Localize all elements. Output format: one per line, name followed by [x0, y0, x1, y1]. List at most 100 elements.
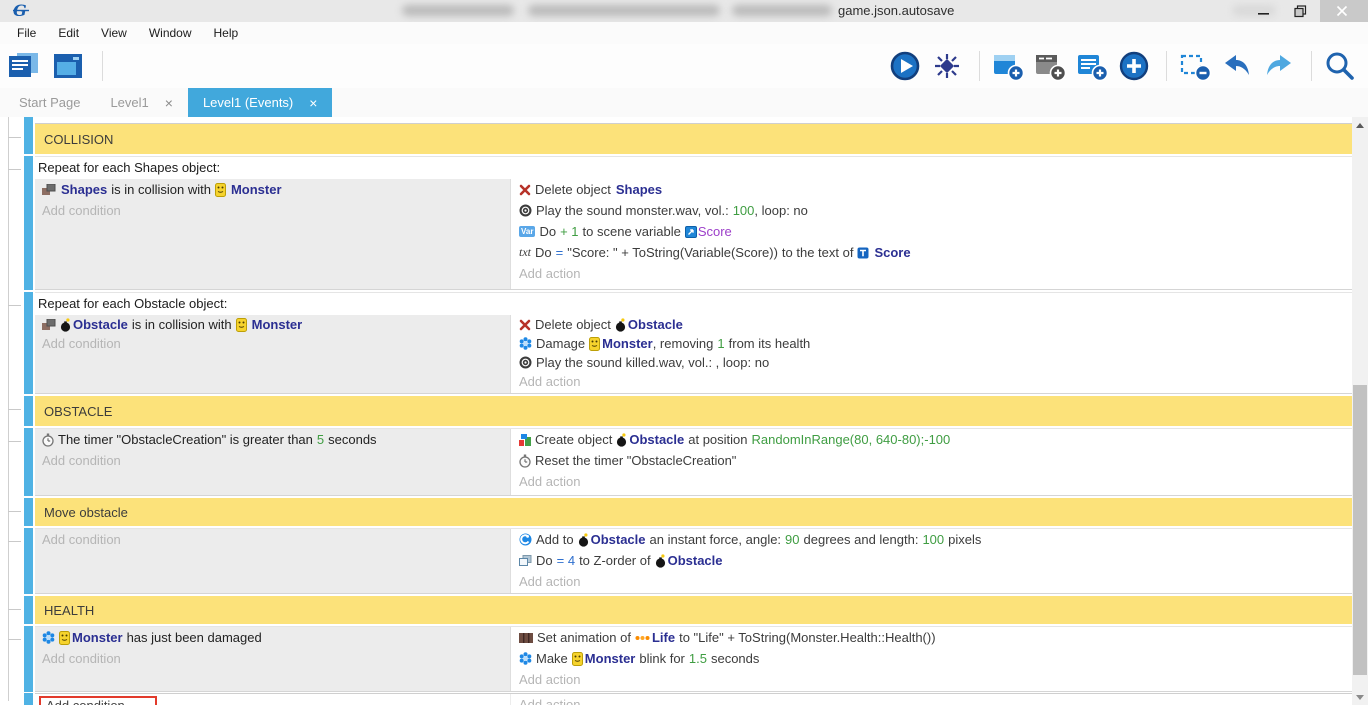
add-subevent-button[interactable] — [1076, 48, 1112, 84]
condition-row[interactable]: The timer "ObstacleCreation" is greater … — [35, 429, 510, 450]
actions-panel[interactable]: Delete object Shapes Play the sound mons… — [511, 179, 1352, 289]
event-monster-damaged[interactable]: Monster has just been damaged Add condit… — [24, 626, 1352, 692]
event-move-obstacle[interactable]: Add condition Add to Obstacle an instant… — [24, 528, 1352, 594]
tab-close-icon[interactable]: × — [165, 95, 173, 111]
event-selection-bar[interactable] — [24, 156, 33, 290]
event-selection-bar[interactable] — [24, 498, 33, 526]
debug-button[interactable] — [931, 48, 967, 84]
action-row[interactable]: Delete object Obstacle — [511, 315, 1352, 334]
add-action-button[interactable]: Add action — [511, 571, 1352, 592]
event-shapes-collision[interactable]: Repeat for each Shapes object: Shapes is… — [24, 156, 1352, 290]
scrollbar-thumb[interactable] — [1353, 385, 1367, 675]
event-selection-bar[interactable] — [24, 693, 33, 705]
event-selection-bar[interactable] — [24, 596, 33, 624]
add-action-button[interactable]: Add action — [511, 263, 1352, 284]
conditions-panel[interactable]: Monster has just been damaged Add condit… — [35, 627, 511, 691]
tab-level1-events[interactable]: Level1 (Events) × — [188, 88, 333, 117]
event-selection-bar[interactable] — [24, 396, 33, 426]
undo-icon — [1221, 52, 1253, 80]
action-row[interactable]: Add to Obstacle an instant force, angle:… — [511, 529, 1352, 550]
add-action-button[interactable]: Add action — [511, 669, 1352, 690]
action-row[interactable]: Play the sound monster.wav, vol.: 100 , … — [511, 200, 1352, 221]
condition-row[interactable]: Monster has just been damaged — [35, 627, 510, 648]
add-condition-button[interactable]: Add condition — [46, 698, 125, 705]
tab-level1[interactable]: Level1 × — [95, 88, 188, 117]
close-button[interactable] — [1320, 0, 1368, 22]
conditions-panel[interactable]: Add condition — [35, 529, 511, 593]
action-row[interactable]: Set animation of Life to "Life" + ToStri… — [511, 627, 1352, 648]
actions-panel[interactable]: Add to Obstacle an instant force, angle:… — [511, 529, 1352, 593]
add-action-button[interactable]: Add action — [511, 694, 1352, 705]
minimize-button[interactable] — [1248, 0, 1284, 22]
condition-row[interactable]: Shapes is in collision with Monster — [35, 179, 510, 200]
events-sheet[interactable]: COLLISION Repeat for each Shapes object:… — [0, 117, 1352, 705]
scene-editor-button[interactable] — [52, 48, 88, 84]
menu-help[interactable]: Help — [203, 24, 250, 43]
menu-edit[interactable]: Edit — [47, 24, 90, 43]
add-condition-button[interactable]: Add condition — [35, 334, 510, 353]
add-condition-button[interactable]: Add condition — [35, 529, 510, 550]
event-selection-bar[interactable] — [24, 292, 33, 394]
undo-button[interactable] — [1221, 48, 1257, 84]
action-row[interactable]: Delete object Shapes — [511, 179, 1352, 200]
project-manager-button[interactable] — [8, 48, 44, 84]
action-row[interactable]: Do = 4 to Z-order of Obstacle — [511, 550, 1352, 571]
condition-row[interactable]: Obstacle is in collision with Monster — [35, 315, 510, 334]
conditions-panel[interactable]: The timer "ObstacleCreation" is greater … — [35, 429, 511, 495]
preview-play-button[interactable] — [889, 48, 925, 84]
action-text: pixels — [948, 532, 981, 547]
add-action-button[interactable]: Add action — [511, 471, 1352, 492]
event-obstacle-collision[interactable]: Repeat for each Obstacle object: Obstacl… — [24, 292, 1352, 394]
add-condition-button[interactable]: Add condition — [35, 648, 510, 669]
bomb-icon — [615, 318, 626, 332]
add-other-event-button[interactable] — [1118, 48, 1154, 84]
tab-close-icon[interactable]: × — [309, 95, 317, 111]
actions-panel[interactable]: Add action — [511, 694, 1352, 705]
action-row[interactable]: Var Do + 1 to scene variable Score — [511, 221, 1352, 242]
event-selection-bar[interactable] — [24, 626, 33, 692]
redo-button[interactable] — [1263, 48, 1299, 84]
search-events-button[interactable] — [1324, 48, 1360, 84]
delete-selection-button[interactable] — [1179, 48, 1215, 84]
add-comment-button[interactable] — [1034, 48, 1070, 84]
scroll-down-button[interactable] — [1352, 689, 1368, 705]
scroll-up-button[interactable] — [1352, 117, 1368, 133]
add-action-button[interactable]: Add action — [511, 372, 1352, 391]
action-row[interactable]: Damage Monster , removing 1 from its hea… — [511, 334, 1352, 353]
repeat-event-label[interactable]: Repeat for each Shapes object: — [35, 157, 1352, 179]
tab-start-page[interactable]: Start Page — [4, 88, 95, 117]
conditions-panel[interactable]: Obstacle is in collision with Monster Ad… — [35, 315, 511, 393]
event-obstacle-timer[interactable]: The timer "ObstacleCreation" is greater … — [24, 428, 1352, 496]
vertical-scrollbar[interactable] — [1352, 117, 1368, 705]
event-selection-bar[interactable] — [24, 428, 33, 496]
group-header-health[interactable]: HEALTH — [24, 596, 1352, 624]
group-header-move-obstacle[interactable]: Move obstacle — [24, 498, 1352, 526]
conditions-panel[interactable]: Shapes is in collision with Monster Add … — [35, 179, 511, 289]
event-empty-new[interactable]: Add condition Add action — [24, 693, 1352, 705]
restore-button[interactable] — [1284, 0, 1320, 22]
conditions-panel[interactable]: Add condition — [35, 694, 511, 705]
menu-window[interactable]: Window — [138, 24, 203, 43]
actions-panel[interactable]: Create object Obstacle at position Rando… — [511, 429, 1352, 495]
actions-panel[interactable]: Set animation of Life to "Life" + ToStri… — [511, 627, 1352, 691]
event-selection-bar[interactable] — [24, 528, 33, 594]
repeat-event-label[interactable]: Repeat for each Obstacle object: — [35, 293, 1352, 315]
add-condition-button[interactable]: Add condition — [35, 450, 510, 471]
event-selection-bar[interactable] — [24, 117, 33, 124]
actions-panel[interactable]: Delete object Obstacle Damage Monster , … — [511, 315, 1352, 393]
menu-view[interactable]: View — [90, 24, 138, 43]
add-condition-button[interactable]: Add condition — [35, 200, 510, 221]
action-row[interactable]: txt Do = "Score: " + ToString(Variable(S… — [511, 242, 1352, 263]
group-header-obstacle[interactable]: OBSTACLE — [24, 396, 1352, 426]
action-row[interactable]: Make Monster blink for 1.5 seconds — [511, 648, 1352, 669]
action-row[interactable]: Play the sound killed.wav, vol.: , loop:… — [511, 353, 1352, 372]
add-event-button[interactable] — [992, 48, 1028, 84]
event-selection-bar[interactable] — [24, 124, 33, 154]
action-text: Damage — [536, 336, 585, 351]
group-header-collision[interactable]: COLLISION — [24, 124, 1352, 154]
monster-icon — [215, 183, 226, 197]
menu-file[interactable]: File — [6, 24, 47, 43]
action-row[interactable]: Reset the timer "ObstacleCreation" — [511, 450, 1352, 471]
action-row[interactable]: Create object Obstacle at position Rando… — [511, 429, 1352, 450]
group-title: HEALTH — [35, 596, 1352, 624]
